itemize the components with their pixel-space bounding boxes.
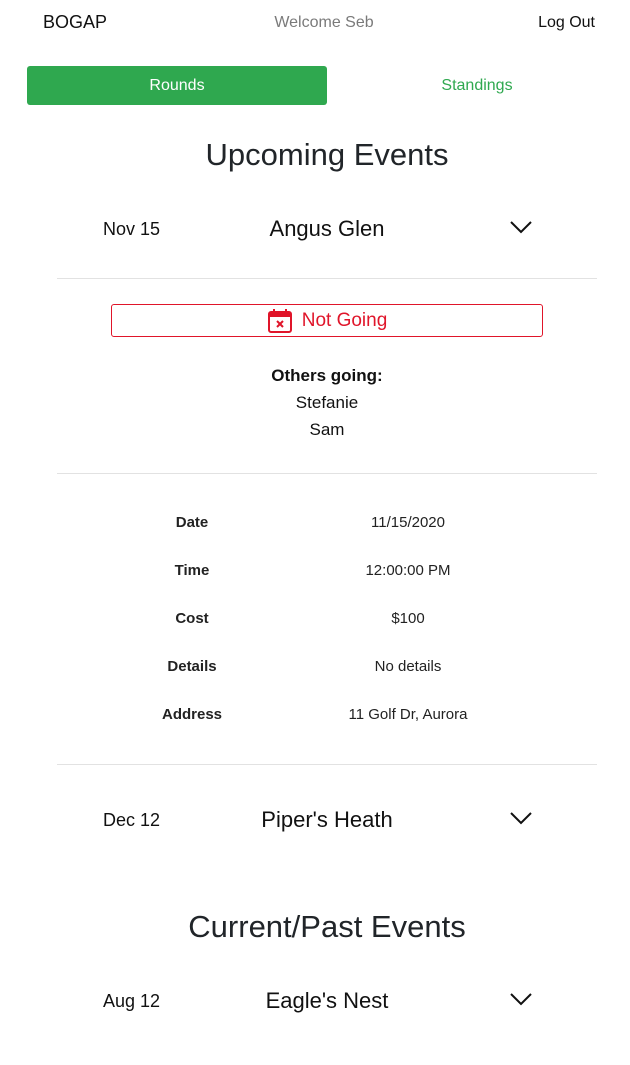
calendar-x-icon	[267, 308, 292, 333]
others-going-heading: Others going:	[271, 366, 383, 385]
detail-label-date: Date	[175, 514, 209, 531]
detail-value-details: No details	[374, 658, 442, 675]
not-going-button[interactable]: Not Going	[111, 304, 543, 337]
welcome-text: Welcome Seb	[274, 14, 374, 31]
detail-label-cost: Cost	[175, 610, 209, 627]
divider	[57, 764, 597, 765]
detail-label-address: Address	[161, 706, 223, 723]
detail-value-time: 12:00:00 PM	[365, 562, 451, 579]
attendee-name: Stefanie	[295, 393, 359, 412]
chevron-down-icon[interactable]	[509, 219, 533, 235]
event-row-eagles-nest[interactable]: Aug 12 Eagle's Nest	[57, 988, 597, 1049]
detail-value-address: 11 Golf Dr, Aurora	[348, 706, 468, 723]
logout-link[interactable]: Log Out	[538, 14, 595, 32]
divider	[57, 473, 597, 474]
event-row-angus-glen[interactable]: Nov 15 Angus Glen	[57, 216, 597, 277]
detail-label-details: Details	[167, 658, 217, 675]
not-going-label: Not Going	[301, 309, 388, 331]
tab-standings[interactable]: Standings	[327, 66, 627, 105]
divider	[57, 278, 597, 279]
chevron-down-icon[interactable]	[509, 991, 533, 1007]
event-row-pipers-heath[interactable]: Dec 12 Piper's Heath	[57, 807, 597, 868]
detail-label-time: Time	[174, 562, 210, 579]
detail-value-cost: $100	[391, 610, 425, 627]
chevron-down-icon[interactable]	[509, 810, 533, 826]
detail-value-date: 11/15/2020	[371, 514, 445, 531]
top-navbar: BOGAP Welcome Seb Log Out	[0, 0, 630, 48]
past-events-heading: Current/Past Events	[188, 909, 466, 944]
upcoming-events-heading: Upcoming Events	[205, 137, 449, 172]
attendee-name: Sam	[309, 420, 345, 439]
tab-rounds[interactable]: Rounds	[27, 66, 327, 105]
